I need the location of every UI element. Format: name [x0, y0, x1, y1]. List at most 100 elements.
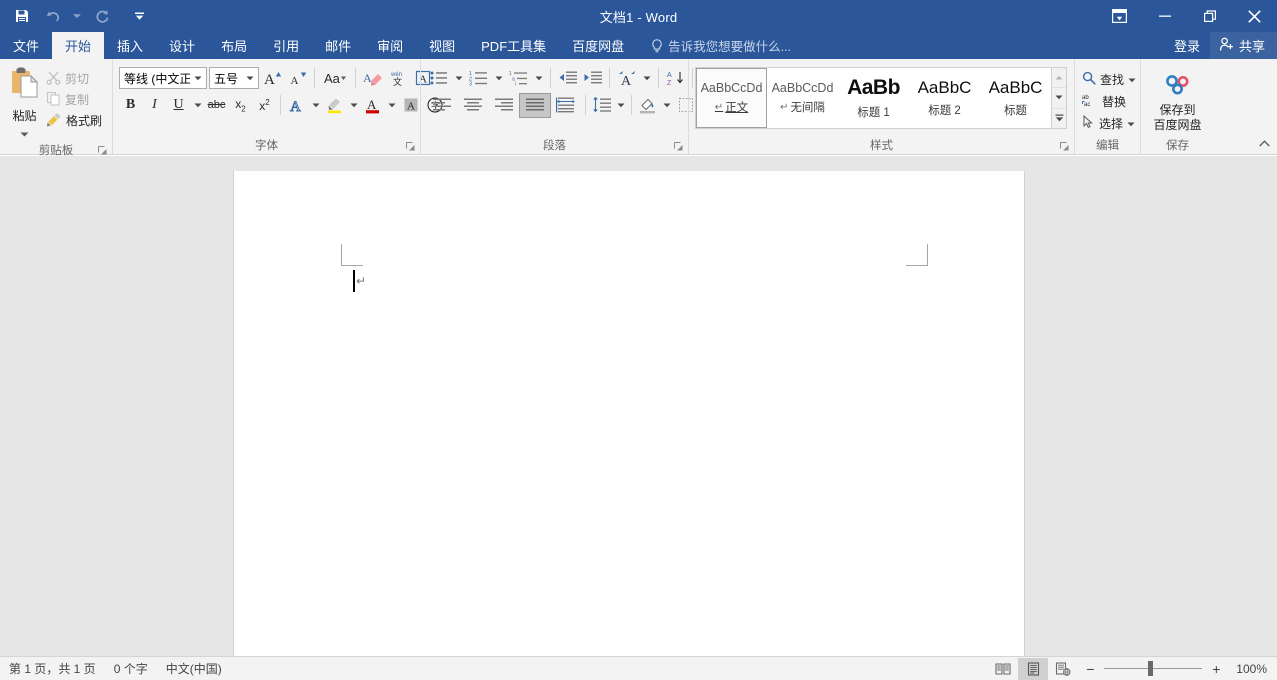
tab-references[interactable]: 引用 — [260, 32, 312, 59]
undo-dropdown-icon[interactable] — [68, 3, 86, 29]
distribute-icon[interactable] — [551, 94, 581, 117]
justify-icon[interactable] — [520, 94, 550, 117]
close-icon[interactable] — [1232, 0, 1277, 32]
copy-button[interactable]: 复制 — [44, 89, 107, 110]
restore-icon[interactable] — [1187, 0, 1232, 32]
bold-icon[interactable]: B — [119, 94, 142, 117]
line-spacing-dropdown-icon[interactable] — [614, 94, 627, 117]
page-indicator[interactable]: 第 1 页，共 1 页 — [0, 658, 105, 680]
tab-file[interactable]: 文件 — [0, 32, 52, 59]
tab-mailings[interactable]: 邮件 — [312, 32, 364, 59]
customize-qat-icon[interactable] — [130, 3, 148, 29]
superscript-icon[interactable]: x2 — [253, 94, 276, 117]
document-workspace[interactable]: ↵ — [0, 156, 1277, 656]
font-size-dropdown-icon[interactable] — [242, 76, 257, 81]
numbering-icon[interactable]: 1 2 3 — [467, 67, 490, 90]
grow-font-icon[interactable]: A — [261, 67, 284, 90]
font-size-combo[interactable]: 五号 — [209, 67, 259, 89]
gallery-more-icon[interactable] — [1052, 109, 1066, 128]
tab-pdf-tools[interactable]: PDF工具集 — [468, 32, 559, 59]
decrease-indent-icon[interactable] — [556, 67, 579, 90]
asian-layout-dropdown-icon[interactable] — [640, 67, 653, 90]
font-name-combo[interactable]: 等线 (中文正文) — [119, 67, 207, 89]
share-button[interactable]: 共享 — [1210, 32, 1277, 59]
shading-dropdown-icon[interactable] — [660, 94, 673, 117]
find-button[interactable]: 查找 — [1079, 68, 1139, 90]
style-heading-1[interactable]: AaBb 标题 1 — [838, 68, 909, 128]
tab-home[interactable]: 开始 — [52, 32, 104, 59]
align-left-icon[interactable] — [427, 94, 457, 117]
shading-icon[interactable] — [636, 94, 659, 117]
zoom-out-button[interactable]: − — [1082, 660, 1098, 678]
strikethrough-icon[interactable]: abc — [205, 94, 228, 117]
subscript-icon[interactable]: x2 — [229, 94, 252, 117]
minimize-icon[interactable] — [1142, 0, 1187, 32]
web-layout-view-icon[interactable] — [1048, 658, 1078, 680]
tab-view[interactable]: 视图 — [416, 32, 468, 59]
replace-button[interactable]: ab ac 替换 — [1079, 90, 1129, 112]
style-no-spacing[interactable]: AaBbCcDd ↵ 无间隔 — [767, 68, 838, 128]
gallery-scroll-up-icon[interactable] — [1052, 68, 1066, 88]
asian-layout-icon[interactable]: A — [615, 67, 638, 90]
increase-indent-icon[interactable] — [581, 67, 604, 90]
language-indicator[interactable]: 中文(中国) — [157, 658, 231, 680]
underline-icon[interactable]: U — [167, 94, 190, 117]
save-to-baidu-button[interactable]: 保存到 百度网盘 — [1147, 68, 1209, 133]
text-effects-icon[interactable]: A — [285, 94, 308, 117]
format-painter-button[interactable]: 格式刷 — [44, 110, 107, 131]
tab-baidu-netdisk[interactable]: 百度网盘 — [559, 32, 637, 59]
phonetic-guide-icon[interactable]: wén 文 — [386, 67, 409, 90]
multilevel-list-icon[interactable]: 1 a i — [507, 67, 530, 90]
change-case-icon[interactable]: Aa — [320, 67, 350, 90]
bullets-icon[interactable] — [427, 67, 450, 90]
highlight-dropdown-icon[interactable] — [347, 94, 360, 117]
word-count[interactable]: 0 个字 — [105, 658, 157, 680]
paste-dropdown-icon[interactable] — [20, 124, 29, 142]
paragraph-dialog-launcher[interactable] — [672, 140, 684, 152]
style-normal[interactable]: AaBbCcDd ↵ 正文 — [696, 68, 767, 128]
italic-icon[interactable]: I — [143, 94, 166, 117]
highlight-color-icon[interactable] — [323, 94, 346, 117]
print-layout-view-icon[interactable] — [1018, 658, 1048, 680]
tab-layout[interactable]: 布局 — [208, 32, 260, 59]
zoom-slider-thumb[interactable] — [1148, 661, 1153, 676]
paste-button[interactable]: 粘贴 — [5, 65, 44, 142]
zoom-percentage[interactable]: 100% — [1230, 662, 1271, 676]
tab-design[interactable]: 设计 — [156, 32, 208, 59]
select-button[interactable]: 选择 — [1079, 112, 1138, 134]
tab-review[interactable]: 审阅 — [364, 32, 416, 59]
shrink-font-icon[interactable]: A — [286, 67, 309, 90]
ribbon-display-options-icon[interactable] — [1097, 0, 1142, 32]
align-right-icon[interactable] — [489, 94, 519, 117]
undo-icon[interactable] — [38, 3, 66, 29]
sort-icon[interactable]: A Z — [664, 67, 687, 90]
numbering-dropdown-icon[interactable] — [492, 67, 505, 90]
font-color-icon[interactable]: A — [361, 94, 384, 117]
clipboard-dialog-launcher[interactable] — [96, 144, 108, 156]
sign-in-button[interactable]: 登录 — [1164, 32, 1210, 59]
redo-icon[interactable] — [88, 3, 116, 29]
multilevel-dropdown-icon[interactable] — [532, 67, 545, 90]
select-dropdown-icon[interactable] — [1127, 116, 1135, 130]
zoom-slider[interactable] — [1104, 660, 1202, 678]
font-color-dropdown-icon[interactable] — [385, 94, 398, 117]
read-mode-view-icon[interactable] — [988, 658, 1018, 680]
font-dialog-launcher[interactable] — [404, 140, 416, 152]
tell-me-box[interactable]: 告诉我您想要做什么... — [651, 32, 791, 59]
style-title[interactable]: AaBbC 标题 — [980, 68, 1051, 128]
zoom-in-button[interactable]: + — [1208, 660, 1224, 678]
bullets-dropdown-icon[interactable] — [452, 67, 465, 90]
collapse-ribbon-icon[interactable] — [1254, 134, 1274, 152]
line-spacing-icon[interactable] — [590, 94, 613, 117]
find-dropdown-icon[interactable] — [1128, 72, 1136, 86]
gallery-scroll-down-icon[interactable] — [1052, 88, 1066, 108]
save-icon[interactable] — [8, 3, 36, 29]
character-shading-icon[interactable]: A — [399, 94, 422, 117]
text-effects-dropdown-icon[interactable] — [309, 94, 322, 117]
document-page[interactable]: ↵ — [233, 171, 1025, 656]
tab-insert[interactable]: 插入 — [104, 32, 156, 59]
styles-dialog-launcher[interactable] — [1058, 140, 1070, 152]
clear-formatting-icon[interactable]: A — [361, 67, 384, 90]
underline-dropdown-icon[interactable] — [191, 94, 204, 117]
style-heading-2[interactable]: AaBbC 标题 2 — [909, 68, 980, 128]
